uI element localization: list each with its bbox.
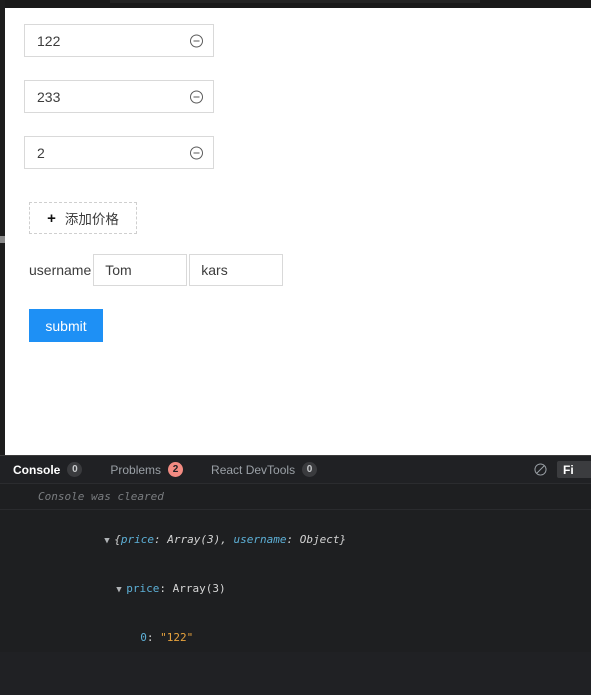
console-log-entry[interactable]: ▼ {price: Array(3), username: Object} ▼ pr…	[0, 510, 591, 652]
console-output[interactable]: Console was cleared ▼ {price: Array(3), u…	[0, 484, 591, 652]
price-input-0[interactable]	[25, 25, 185, 56]
log-root-value-username: Object}	[299, 533, 347, 546]
plus-icon: +	[47, 209, 56, 227]
disclosure-triangle-icon[interactable]: ▼	[116, 582, 126, 598]
price-input-2[interactable]	[25, 137, 185, 168]
minus-circle-icon[interactable]	[189, 89, 204, 104]
log-key-price: price	[126, 582, 160, 595]
log-sep: :	[146, 631, 161, 644]
log-value-index-0: "122"	[160, 631, 194, 644]
log-root-colon-1: :	[153, 533, 168, 546]
log-line-price[interactable]: ▼ price: Array(3)	[0, 565, 591, 614]
log-key-index-0: 0	[140, 631, 147, 644]
tab-console[interactable]: Console 0	[0, 456, 96, 483]
clear-console-icon[interactable]	[533, 462, 548, 477]
tab-react-devtools-label: React DevTools	[211, 462, 296, 477]
tab-react-devtools[interactable]: React DevTools 0	[197, 456, 331, 483]
tab-console-badge: 0	[67, 462, 83, 477]
minus-circle-icon[interactable]	[189, 145, 204, 160]
log-root-value-price: Array(3),	[167, 533, 234, 546]
username-row: username	[29, 254, 284, 286]
page-viewport: + 添加价格 username submit	[5, 8, 591, 455]
log-root-key-username: username	[233, 533, 287, 546]
price-input-wrapper	[24, 80, 214, 113]
price-field-row	[24, 24, 214, 57]
screen-root: + 添加价格 username submit Console 0 Problem…	[0, 0, 591, 695]
console-cleared-message: Console was cleared	[0, 484, 591, 510]
tab-problems[interactable]: Problems 2	[96, 456, 197, 483]
log-line-root[interactable]: ▼ {price: Array(3), username: Object}	[0, 516, 591, 565]
browser-chrome-bar	[0, 0, 591, 8]
price-field-row	[24, 136, 214, 169]
log-root-colon-2: :	[286, 533, 300, 546]
username-label: username	[29, 262, 92, 278]
log-value-price: Array(3)	[172, 582, 226, 595]
add-price-button[interactable]: + 添加价格	[29, 202, 137, 234]
last-name-input[interactable]	[189, 254, 284, 286]
tab-react-devtools-badge: 0	[302, 462, 318, 477]
add-price-label: 添加价格	[64, 212, 119, 227]
tab-console-label: Console	[13, 462, 61, 477]
log-line-price-0: 0: "122"	[0, 614, 591, 652]
log-root-brace: {	[114, 533, 121, 546]
price-input-wrapper	[24, 136, 214, 169]
devtools-drawer: Console 0 Problems 2 React DevTools 0 Fi…	[0, 455, 591, 695]
price-input-wrapper	[24, 24, 214, 57]
devtools-tabbar: Console 0 Problems 2 React DevTools 0 Fi	[0, 456, 591, 484]
submit-button[interactable]: submit	[29, 309, 103, 342]
first-name-input[interactable]	[93, 254, 188, 286]
tab-problems-label: Problems	[110, 462, 162, 477]
disclosure-triangle-icon[interactable]: ▼	[104, 533, 114, 549]
browser-chrome-highlight	[110, 0, 480, 3]
minus-circle-icon[interactable]	[189, 33, 204, 48]
log-root-key-price: price	[120, 533, 154, 546]
tab-problems-badge: 2	[168, 462, 184, 477]
log-sep: :	[159, 582, 173, 595]
price-input-1[interactable]	[25, 81, 185, 112]
price-field-row	[24, 80, 214, 113]
filter-input[interactable]: Fi	[557, 461, 591, 478]
